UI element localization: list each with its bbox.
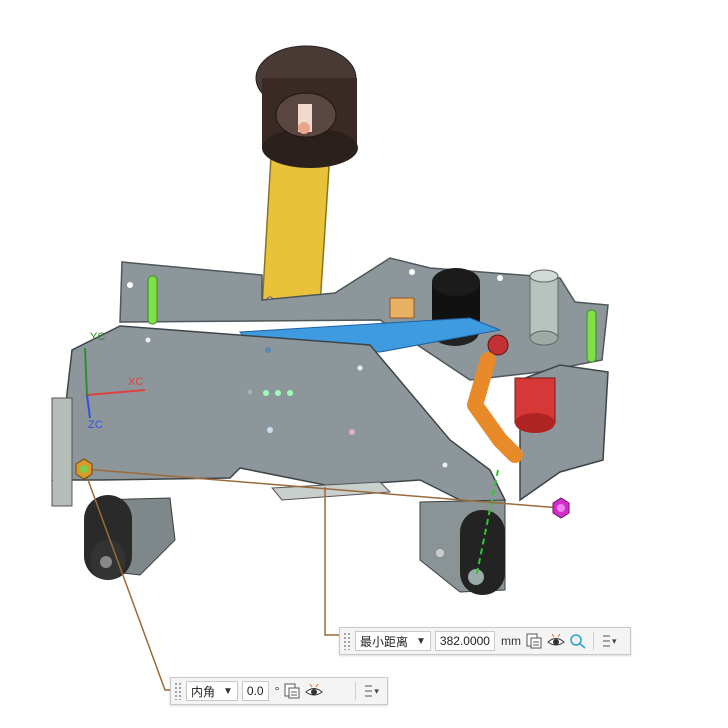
angle-value: 0.0 (246, 684, 264, 698)
distance-mode-label: 最小距离 (360, 634, 409, 649)
slide-rail (270, 481, 392, 501)
toolbar-separator (592, 632, 594, 650)
empty-icon-slot (327, 682, 349, 700)
distance-unit: mm (500, 634, 521, 648)
angle-mode-select[interactable]: 内角 ▼ (186, 681, 238, 701)
copy-value-icon[interactable] (283, 682, 301, 700)
green-rod-left (147, 275, 158, 325)
guide-roller[interactable] (529, 269, 559, 346)
angle-measure-toolbar: 内角 ▼ 0.0 ° ▾ (170, 677, 388, 705)
copy-value-icon[interactable] (525, 632, 543, 650)
chevron-down-icon: ▼ (223, 685, 233, 697)
green-rod-right (586, 309, 597, 363)
show-result-eye-icon[interactable] (547, 632, 565, 650)
ribbon-spool[interactable] (255, 45, 358, 168)
distance-value-field[interactable]: 382.0000 (434, 631, 495, 651)
drag-grip[interactable] (174, 682, 182, 700)
distance-mode-select[interactable]: 最小距离 ▼ (355, 631, 431, 651)
show-result-eye-icon[interactable] (305, 682, 324, 700)
angle-value-field[interactable]: 0.0 (241, 681, 269, 701)
dropdown-arrow-icon: ▾ (611, 635, 617, 646)
y-axis-label: YC (90, 331, 106, 343)
distance-measure-toolbar: 最小距离 ▼ 382.0000 mm ▾ (339, 627, 631, 655)
end-point-marker[interactable] (552, 497, 570, 519)
drag-grip[interactable] (343, 632, 351, 650)
angle-mode-label: 内角 (191, 684, 216, 699)
small-bracket (389, 297, 415, 319)
right-wheel[interactable] (419, 499, 506, 595)
distance-value: 382.0000 (439, 634, 490, 648)
toolbar-options-menu-button[interactable]: ▾ (364, 683, 379, 699)
x-axis-label: XC (128, 376, 144, 388)
associative-measure-icon[interactable] (569, 632, 587, 650)
chevron-down-icon: ▼ (416, 635, 426, 647)
3d-model-viewport[interactable] (0, 0, 728, 728)
angle-unit: ° (274, 684, 280, 698)
z-axis-label: ZC (88, 419, 103, 431)
toolbar-separator (355, 682, 357, 700)
dropdown-arrow-icon: ▾ (374, 685, 379, 696)
left-side-bar (51, 397, 73, 507)
toolbar-options-menu-button[interactable]: ▾ (602, 633, 617, 649)
start-point-marker[interactable] (75, 458, 93, 480)
